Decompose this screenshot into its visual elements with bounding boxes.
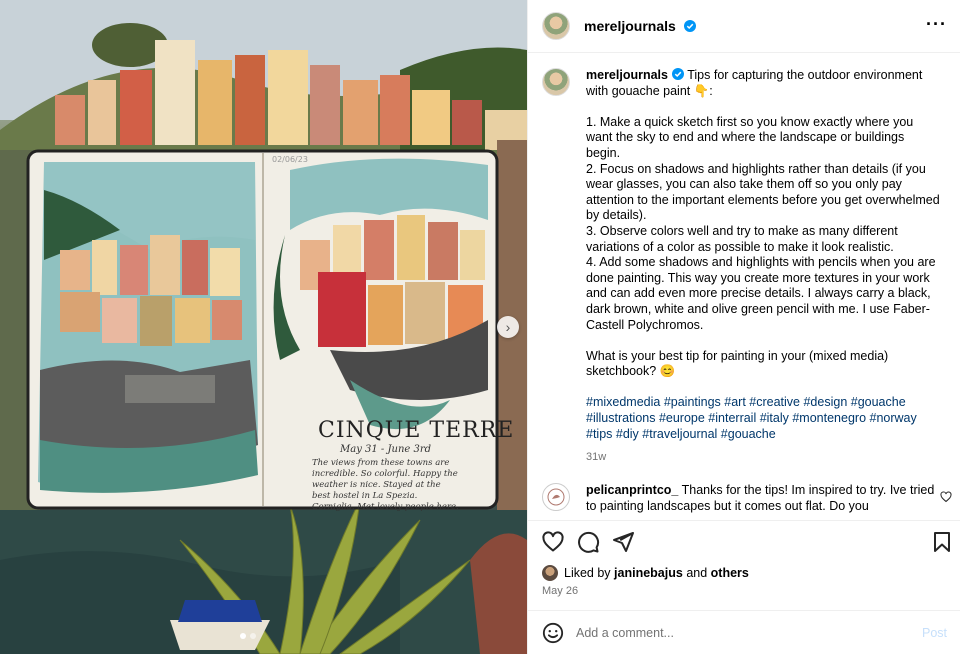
username[interactable]: mereljournals [584,18,676,34]
post-header: mereljournals ··· [528,0,960,53]
hashtags[interactable]: #mixedmedia #paintings #art #creative #d… [586,395,920,440]
comments-scroll[interactable]: mereljournals Tips for capturing the out… [528,54,960,520]
sketch-dates: May 31 - June 3rd [339,444,431,455]
likes-others-link[interactable]: others [711,566,749,580]
svg-text:weather is nice. Stayed at the: weather is nice. Stayed at the [312,480,441,490]
comment-avatar[interactable] [542,483,570,511]
comment-icon[interactable] [576,530,600,554]
save-icon[interactable] [930,530,954,554]
comment-input[interactable] [576,625,896,640]
caption-text-block: mereljournals Tips for capturing the out… [586,68,941,466]
emoji-icon[interactable] [542,622,564,644]
sketch-corner-date: 02/06/23 [272,155,308,164]
svg-text:Corniglia. Met lovely people h: Corniglia. Met lovely people here. [312,502,459,512]
comment-like-heart-icon[interactable] [940,491,952,503]
post-button[interactable]: Post [922,626,947,640]
post-panel: mereljournals ··· mereljournals Tips for… [527,0,960,654]
post-age[interactable]: 31w [586,450,941,466]
likes-prefix: Liked by [564,566,611,580]
share-icon[interactable] [611,530,635,554]
carousel-dot-active [240,633,246,639]
username-link[interactable]: mereljournals [584,18,696,34]
next-image-button[interactable]: › [497,316,519,338]
comment-username[interactable]: pelicanprintco_ [586,483,678,497]
svg-text:incredible. So colorful. Happy: incredible. So colorful. Happy the [312,469,458,479]
add-comment-bar: Post [528,610,960,654]
liker-username[interactable]: janinebajus [614,566,683,580]
caption-username[interactable]: mereljournals [586,68,668,82]
caption-avatar[interactable] [542,68,570,96]
post-media[interactable]: CINQUE TERRE May 31 - June 3rd 02/06/23 … [0,0,527,654]
verified-badge-icon [683,20,696,32]
more-options-icon[interactable]: ··· [926,14,947,34]
action-bar [528,520,960,560]
comment-item: pelicanprintco_ Thanks for the tips! Im … [542,483,952,514]
carousel-dots [240,633,256,639]
pelican-logo-icon [547,488,565,506]
sketch-title: CINQUE TERRE [318,418,514,443]
avatar[interactable] [542,12,570,40]
liker-avatar[interactable] [542,565,558,581]
media-illustration: CINQUE TERRE May 31 - June 3rd 02/06/23 … [0,0,527,654]
comment-text-block: pelicanprintco_ Thanks for the tips! Im … [586,483,936,514]
verified-badge-icon [671,68,684,80]
caption: mereljournals Tips for capturing the out… [542,68,952,466]
svg-text:best hostel in La Spezia.: best hostel in La Spezia. [312,491,417,501]
likes-joiner: and [686,566,708,580]
post-date[interactable]: May 26 [542,585,578,597]
carousel-dot [250,633,256,639]
caption-text: Tips for capturing the outdoor environme… [586,68,940,379]
heart-icon[interactable] [541,530,565,554]
svg-text:The views from these towns are: The views from these towns are [312,458,449,468]
chevron-right-icon: › [505,319,511,335]
likes-line: Liked by janinebajus and others [542,565,749,581]
